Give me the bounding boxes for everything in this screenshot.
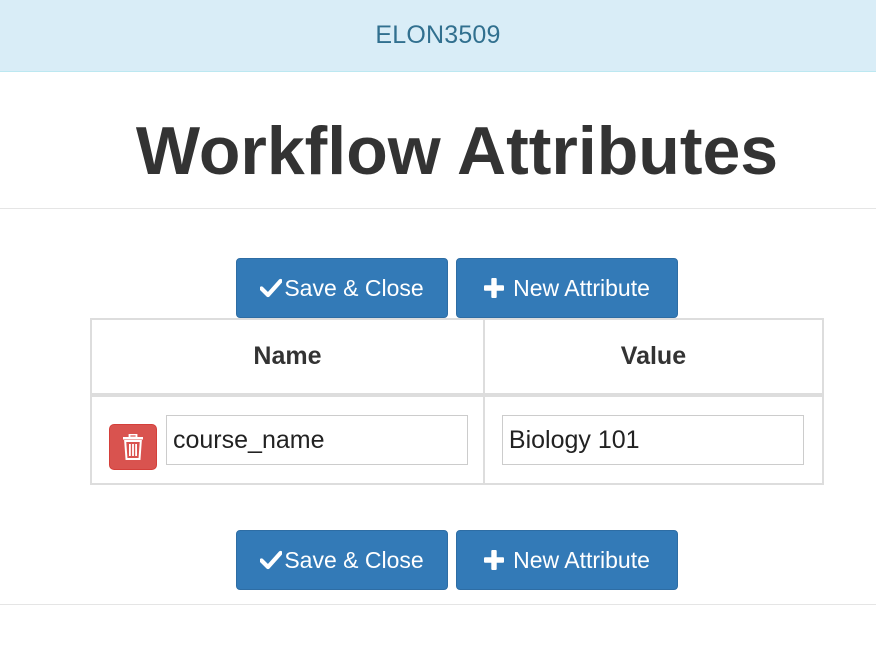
column-header-value: Value: [482, 318, 825, 397]
check-icon: [260, 550, 283, 570]
column-header-name: Name: [90, 318, 485, 397]
new-attribute-button-bottom[interactable]: New Attribute: [456, 530, 678, 590]
save-close-label: Save & Close: [284, 274, 424, 301]
attributes-table: Name Value: [90, 318, 825, 485]
attribute-name-input[interactable]: [166, 415, 468, 465]
new-attribute-label: New Attribute: [513, 546, 650, 573]
divider: [0, 208, 876, 209]
plus-icon: [484, 550, 505, 570]
name-cell: [90, 394, 485, 485]
save-close-button[interactable]: Save & Close: [236, 258, 448, 318]
header-banner: ELON3509: [0, 0, 876, 72]
banner-text: ELON3509: [375, 21, 501, 49]
new-attribute-button[interactable]: New Attribute: [456, 258, 678, 318]
check-icon: [260, 278, 283, 298]
new-attribute-label: New Attribute: [513, 274, 650, 301]
attribute-value-input[interactable]: [501, 415, 804, 465]
trash-icon: [123, 434, 143, 460]
delete-attribute-button[interactable]: [109, 424, 157, 470]
table-header-row: Name Value: [90, 318, 825, 397]
save-close-label: Save & Close: [284, 546, 424, 573]
divider: [0, 604, 876, 605]
page-title: Workflow Attributes: [135, 113, 779, 189]
value-cell: [482, 394, 825, 485]
table-row: [90, 394, 825, 485]
plus-icon: [484, 278, 505, 298]
save-close-button-bottom[interactable]: Save & Close: [236, 530, 448, 590]
